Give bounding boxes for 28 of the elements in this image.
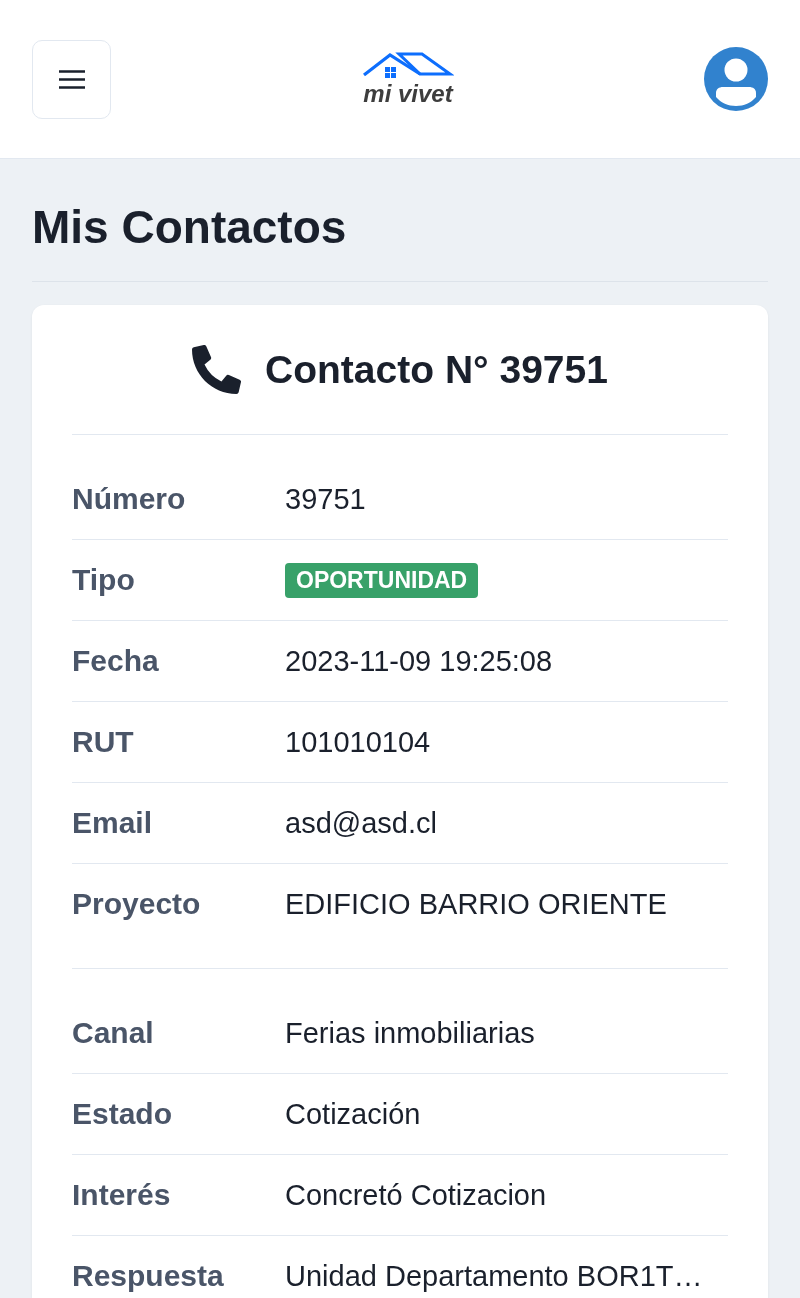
field-value: 2023-11-09 19:25:08 [285, 644, 553, 679]
field-label: Fecha [72, 643, 160, 679]
house-roof-icon [362, 51, 454, 78]
field-value: EDIFICIO BARRIO ORIENTE [285, 887, 667, 922]
page-title: Mis Contactos [32, 199, 768, 282]
field-label: Canal [72, 1015, 155, 1051]
card-title: Contacto N° 39751 [265, 346, 608, 393]
menu-icon [58, 69, 85, 89]
field-label: Respuesta [72, 1258, 225, 1294]
field-label: Interés [72, 1177, 172, 1213]
field-label: RUT [72, 724, 135, 760]
type-badge: OPORTUNIDAD [285, 562, 479, 598]
field-label: Email [72, 805, 154, 841]
field-label: Tipo [72, 562, 136, 598]
field-value: asd@asd.cl [285, 806, 437, 841]
phone-icon [192, 345, 242, 394]
field-label: Número [72, 481, 187, 517]
field-value: Unidad Departamento BOR1T… [285, 1259, 703, 1294]
field-value: Ferias inmobiliarias [285, 1016, 535, 1051]
field-label: Estado [72, 1096, 174, 1132]
field-label: Proyecto [72, 886, 202, 922]
field-value: 39751 [285, 482, 366, 517]
field-value: 101010104 [285, 725, 431, 760]
user-avatar-icon[interactable] [704, 47, 768, 111]
menu-button[interactable] [32, 39, 111, 119]
logo-text: mi vivet [363, 82, 453, 105]
field-value: Cotización [285, 1097, 421, 1132]
field-value: Concretó Cotizacion [285, 1178, 547, 1213]
